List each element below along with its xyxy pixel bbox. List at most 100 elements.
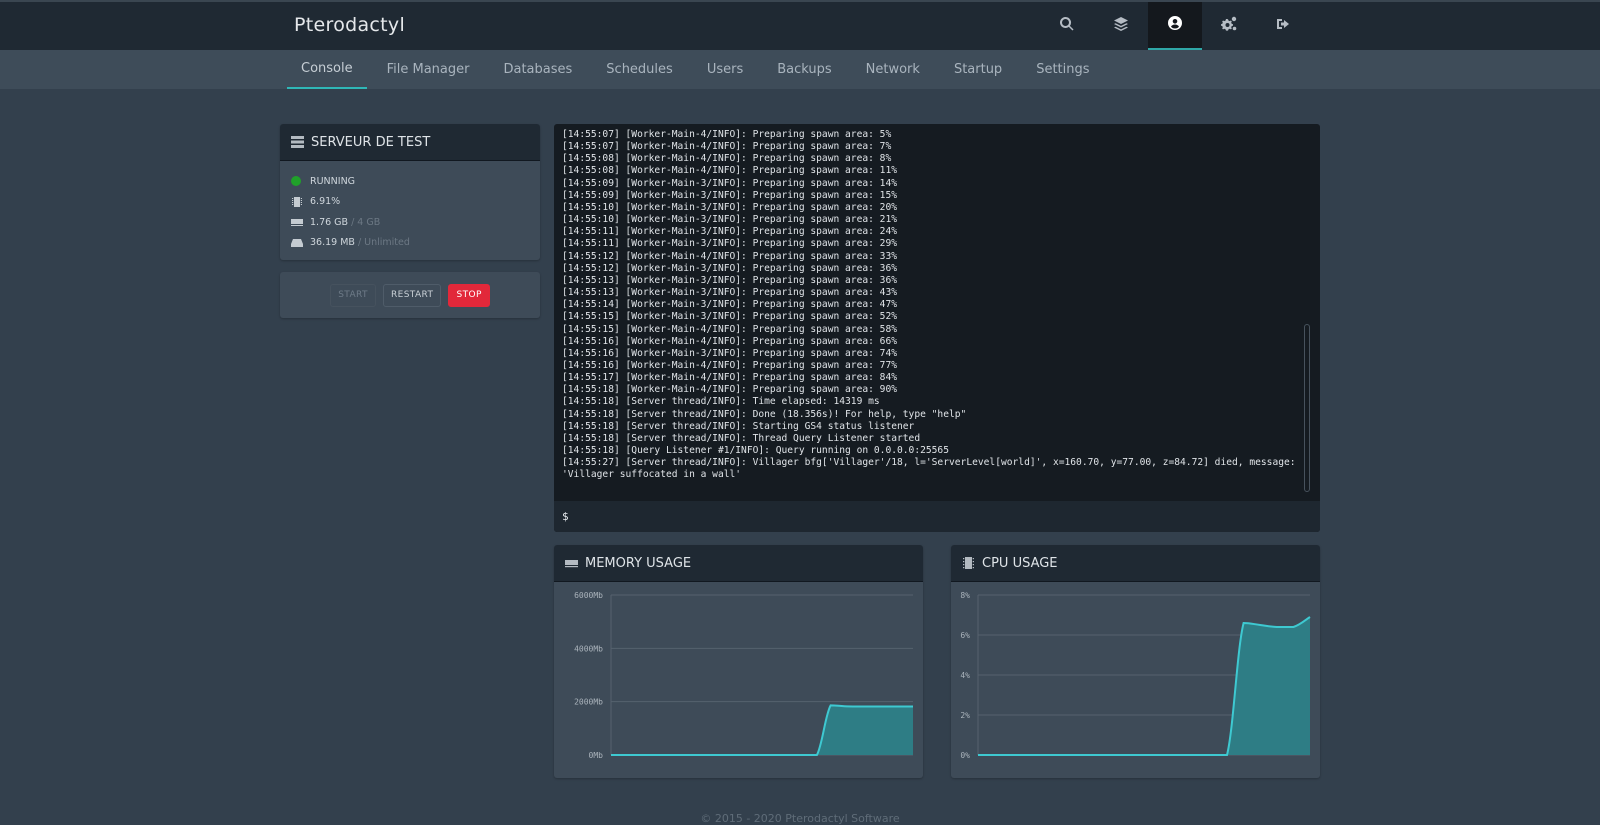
stop-button[interactable]: STOP bbox=[448, 284, 489, 307]
server-icon bbox=[291, 136, 304, 148]
tab-databases[interactable]: Databases bbox=[489, 50, 586, 89]
tab-network[interactable]: Network bbox=[852, 50, 934, 89]
console-line: [14:55:18] [Server thread/INFO]: Thread … bbox=[562, 433, 1304, 445]
layers-icon bbox=[1113, 16, 1129, 36]
disk-used: 36.19 MB bbox=[310, 237, 355, 248]
console-line: [14:55:08] [Worker-Main-4/INFO]: Prepari… bbox=[562, 165, 1304, 177]
y-tick-label: 8% bbox=[960, 591, 970, 600]
console-line: [14:55:18] [Server thread/INFO]: Startin… bbox=[562, 421, 1304, 433]
cpu-chart-title: CPU USAGE bbox=[982, 556, 1058, 571]
cpu-value: 6.91% bbox=[310, 196, 340, 207]
console-line: [14:55:12] [Worker-Main-3/INFO]: Prepari… bbox=[562, 263, 1304, 275]
console-line: [14:55:10] [Worker-Main-3/INFO]: Prepari… bbox=[562, 214, 1304, 226]
tab-users[interactable]: Users bbox=[693, 50, 757, 89]
microchip-icon bbox=[291, 197, 304, 207]
top-navbar: Pterodactyl bbox=[0, 0, 1600, 50]
memory-chart-title: MEMORY USAGE bbox=[585, 556, 691, 571]
cpu-chart: 0% 2% 4% 6% 8% bbox=[951, 583, 1320, 778]
console-line: [14:55:08] [Worker-Main-4/INFO]: Prepari… bbox=[562, 153, 1304, 165]
y-tick-label: 4000Mb bbox=[574, 644, 603, 653]
console-line: [14:55:10] [Worker-Main-3/INFO]: Prepari… bbox=[562, 202, 1304, 214]
console-panel: [14:55:07] [Worker-Main-4/INFO]: Prepari… bbox=[554, 124, 1320, 532]
console-line: [14:55:07] [Worker-Main-4/INFO]: Prepari… bbox=[562, 141, 1304, 153]
y-tick-label: 2000Mb bbox=[574, 698, 603, 707]
search-button[interactable] bbox=[1040, 2, 1094, 50]
memory-usage-panel: MEMORY USAGE 0Mb 2000Mb 4000Mb 6000Mb bbox=[554, 545, 923, 778]
account-button[interactable] bbox=[1148, 2, 1202, 50]
y-tick-label: 6% bbox=[960, 631, 970, 640]
console-line: [14:55:16] [Worker-Main-3/INFO]: Prepari… bbox=[562, 348, 1304, 360]
y-tick-label: 0Mb bbox=[589, 751, 604, 760]
search-icon bbox=[1059, 16, 1075, 36]
console-line: [14:55:16] [Worker-Main-4/INFO]: Prepari… bbox=[562, 336, 1304, 348]
microchip-icon bbox=[962, 557, 975, 569]
memory-icon bbox=[291, 217, 304, 227]
cpu-usage-panel: CPU USAGE 0% 2% 4% 6% 8% bbox=[951, 545, 1320, 778]
server-subnav: Console File Manager Databases Schedules… bbox=[0, 50, 1600, 89]
memory-limit: / 4 GB bbox=[351, 217, 380, 228]
console-line: [14:55:09] [Worker-Main-3/INFO]: Prepari… bbox=[562, 190, 1304, 202]
series-area bbox=[978, 617, 1310, 755]
console-line: [14:55:17] [Worker-Main-4/INFO]: Prepari… bbox=[562, 372, 1304, 384]
y-tick-label: 0% bbox=[960, 751, 970, 760]
server-info-header: SERVEUR DE TEST bbox=[280, 124, 540, 161]
footer-copyright: © 2015 - 2020 Pterodactyl Software bbox=[0, 812, 1600, 825]
logout-button[interactable] bbox=[1256, 2, 1310, 50]
console-line: [14:55:11] [Worker-Main-3/INFO]: Prepari… bbox=[562, 226, 1304, 238]
top-nav-icons bbox=[1040, 2, 1310, 50]
status-dot-icon bbox=[291, 176, 301, 186]
memory-icon bbox=[565, 557, 578, 569]
console-scrollbar[interactable] bbox=[1304, 324, 1310, 492]
server-name: SERVEUR DE TEST bbox=[311, 135, 430, 150]
console-line: [14:55:18] [Worker-Main-4/INFO]: Prepari… bbox=[562, 384, 1304, 396]
console-line: [14:55:13] [Worker-Main-3/INFO]: Prepari… bbox=[562, 275, 1304, 287]
cpu-usage-header: CPU USAGE bbox=[951, 545, 1320, 582]
y-tick-label: 2% bbox=[960, 711, 970, 720]
tab-startup[interactable]: Startup bbox=[940, 50, 1016, 89]
tab-schedules[interactable]: Schedules bbox=[592, 50, 687, 89]
restart-button[interactable]: RESTART bbox=[383, 284, 442, 307]
memory-row: 1.76 GB / 4 GB bbox=[291, 212, 529, 233]
console-line: [14:55:18] [Server thread/INFO]: Done (1… bbox=[562, 409, 1304, 421]
console-output: [14:55:07] [Worker-Main-4/INFO]: Prepari… bbox=[562, 129, 1304, 504]
console-command-input[interactable] bbox=[575, 510, 1320, 523]
disk-row: 36.19 MB / Unlimited bbox=[291, 233, 529, 254]
memory-usage-header: MEMORY USAGE bbox=[554, 545, 923, 582]
server-info-panel: SERVEUR DE TEST RUNNING 6.91% 1.76 GB / … bbox=[280, 124, 540, 260]
console-line: [14:55:16] [Worker-Main-4/INFO]: Prepari… bbox=[562, 360, 1304, 372]
console-input-bar: $ bbox=[554, 501, 1320, 532]
disk-limit: / Unlimited bbox=[358, 237, 410, 248]
y-tick-label: 4% bbox=[960, 671, 970, 680]
console-prompt: $ bbox=[562, 510, 569, 523]
console-line: [14:55:27] [Server thread/INFO]: Village… bbox=[562, 457, 1304, 481]
console-line: [14:55:14] [Worker-Main-3/INFO]: Prepari… bbox=[562, 299, 1304, 311]
y-tick-label: 6000Mb bbox=[574, 591, 603, 600]
admin-button[interactable] bbox=[1202, 2, 1256, 50]
tab-backups[interactable]: Backups bbox=[763, 50, 845, 89]
console-line: [14:55:11] [Worker-Main-3/INFO]: Prepari… bbox=[562, 238, 1304, 250]
cpu-row: 6.91% bbox=[291, 192, 529, 213]
brand-logo[interactable]: Pterodactyl bbox=[294, 14, 405, 36]
console-line: [14:55:18] [Server thread/INFO]: Time el… bbox=[562, 396, 1304, 408]
memory-used: 1.76 GB bbox=[310, 217, 348, 228]
console-line: [14:55:09] [Worker-Main-3/INFO]: Prepari… bbox=[562, 178, 1304, 190]
series-area bbox=[611, 705, 913, 755]
power-controls: START RESTART STOP bbox=[280, 272, 540, 318]
console-line: [14:55:07] [Worker-Main-4/INFO]: Prepari… bbox=[562, 129, 1304, 141]
console-line: [14:55:13] [Worker-Main-3/INFO]: Prepari… bbox=[562, 287, 1304, 299]
servers-button[interactable] bbox=[1094, 2, 1148, 50]
tab-settings[interactable]: Settings bbox=[1022, 50, 1103, 89]
console-line: [14:55:18] [Query Listener #1/INFO]: Que… bbox=[562, 445, 1304, 457]
memory-chart: 0Mb 2000Mb 4000Mb 6000Mb bbox=[554, 583, 923, 778]
status-row: RUNNING bbox=[291, 171, 529, 192]
user-circle-icon bbox=[1167, 15, 1183, 35]
tab-file-manager[interactable]: File Manager bbox=[373, 50, 484, 89]
tab-console[interactable]: Console bbox=[287, 50, 367, 89]
console-line: [14:55:12] [Worker-Main-4/INFO]: Prepari… bbox=[562, 251, 1304, 263]
console-line: [14:55:15] [Worker-Main-4/INFO]: Prepari… bbox=[562, 324, 1304, 336]
start-button[interactable]: START bbox=[330, 284, 376, 307]
status-text: RUNNING bbox=[310, 176, 355, 187]
sign-out-icon bbox=[1275, 16, 1291, 36]
cogs-icon bbox=[1221, 16, 1237, 36]
console-line: [14:55:15] [Worker-Main-3/INFO]: Prepari… bbox=[562, 311, 1304, 323]
